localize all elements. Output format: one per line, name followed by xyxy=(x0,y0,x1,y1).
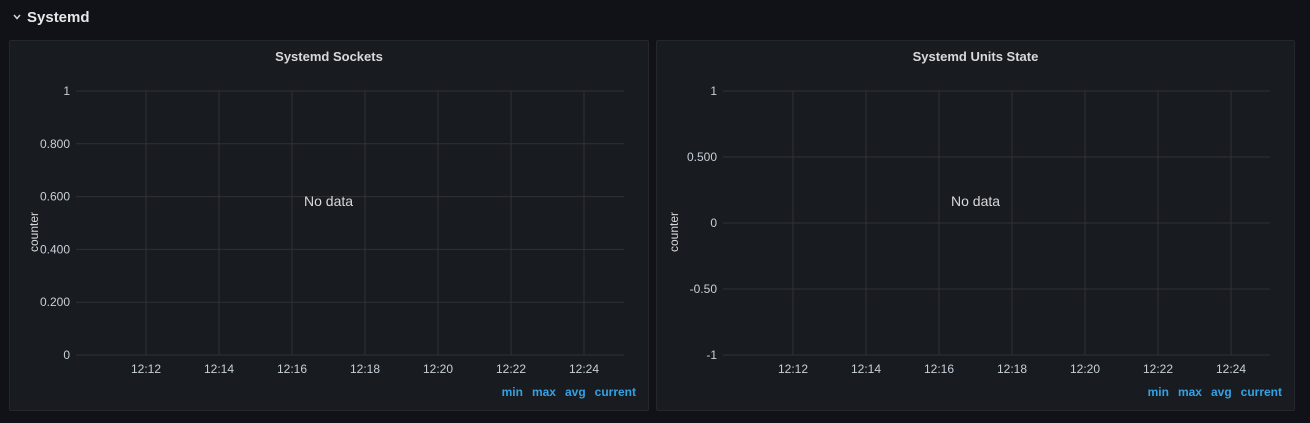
x-tick-label: 12:18 xyxy=(350,362,380,376)
legend: min max avg current xyxy=(502,385,636,399)
legend-max[interactable]: max xyxy=(532,385,556,399)
x-tick-label: 12:24 xyxy=(1216,362,1246,376)
legend-min[interactable]: min xyxy=(1148,385,1169,399)
x-tick-label: 12:12 xyxy=(778,362,808,376)
legend-current[interactable]: current xyxy=(595,385,636,399)
y-tick-label: -0.50 xyxy=(690,282,718,296)
y-tick-label: 1 xyxy=(710,84,717,98)
y-axis-label: counter xyxy=(27,211,41,253)
y-tick-label: 0 xyxy=(710,216,717,230)
row-header-systemd[interactable]: Systemd xyxy=(12,6,90,28)
legend-min[interactable]: min xyxy=(502,385,523,399)
y-tick-label: -1 xyxy=(706,348,717,362)
x-tick-label: 12:14 xyxy=(851,362,881,376)
legend-avg[interactable]: avg xyxy=(1211,385,1232,399)
x-tick-label: 12:18 xyxy=(997,362,1027,376)
y-tick-label: 0.500 xyxy=(687,150,717,164)
x-tick-label: 12:20 xyxy=(423,362,453,376)
chart-systemd-sockets: 0 0.200 0.400 0.600 0.800 1 12:12 12:14 12:16 12:… xyxy=(40,84,624,376)
x-tick-label: 12:22 xyxy=(1143,362,1173,376)
chart-systemd-units-state: -1 -0.50 0 0.500 1 12:12 12:14 12:16 12:18 12:20 1… xyxy=(687,84,1270,376)
legend: min max avg current xyxy=(1148,385,1282,399)
legend-max[interactable]: max xyxy=(1178,385,1202,399)
x-tick-label: 12:14 xyxy=(204,362,234,376)
y-tick-label: 0.800 xyxy=(40,137,70,151)
x-tick-label: 12:12 xyxy=(131,362,161,376)
no-data-message: No data xyxy=(951,193,1001,209)
y-tick-label: 0 xyxy=(63,348,70,362)
no-data-message: No data xyxy=(304,193,354,209)
panel-systemd-sockets: Systemd Sockets 0 0.200 0.400 0.600 0.800 1 12… xyxy=(9,40,649,411)
y-tick-label: 1 xyxy=(63,84,70,98)
legend-current[interactable]: current xyxy=(1241,385,1282,399)
row-title: Systemd xyxy=(27,8,90,26)
y-axis-label: counter xyxy=(667,211,681,253)
x-tick-label: 12:20 xyxy=(1070,362,1100,376)
legend-avg[interactable]: avg xyxy=(565,385,586,399)
x-tick-label: 12:16 xyxy=(277,362,307,376)
panel-systemd-units-state: Systemd Units State -1 -0.50 0 0.500 1 12:12 1… xyxy=(656,40,1295,411)
x-tick-label: 12:22 xyxy=(496,362,526,376)
x-tick-label: 12:24 xyxy=(569,362,599,376)
chevron-down-icon xyxy=(12,12,22,22)
y-tick-label: 0.200 xyxy=(40,295,70,309)
y-tick-label: 0.400 xyxy=(40,242,70,256)
y-tick-label: 0.600 xyxy=(40,190,70,204)
x-tick-label: 12:16 xyxy=(924,362,954,376)
